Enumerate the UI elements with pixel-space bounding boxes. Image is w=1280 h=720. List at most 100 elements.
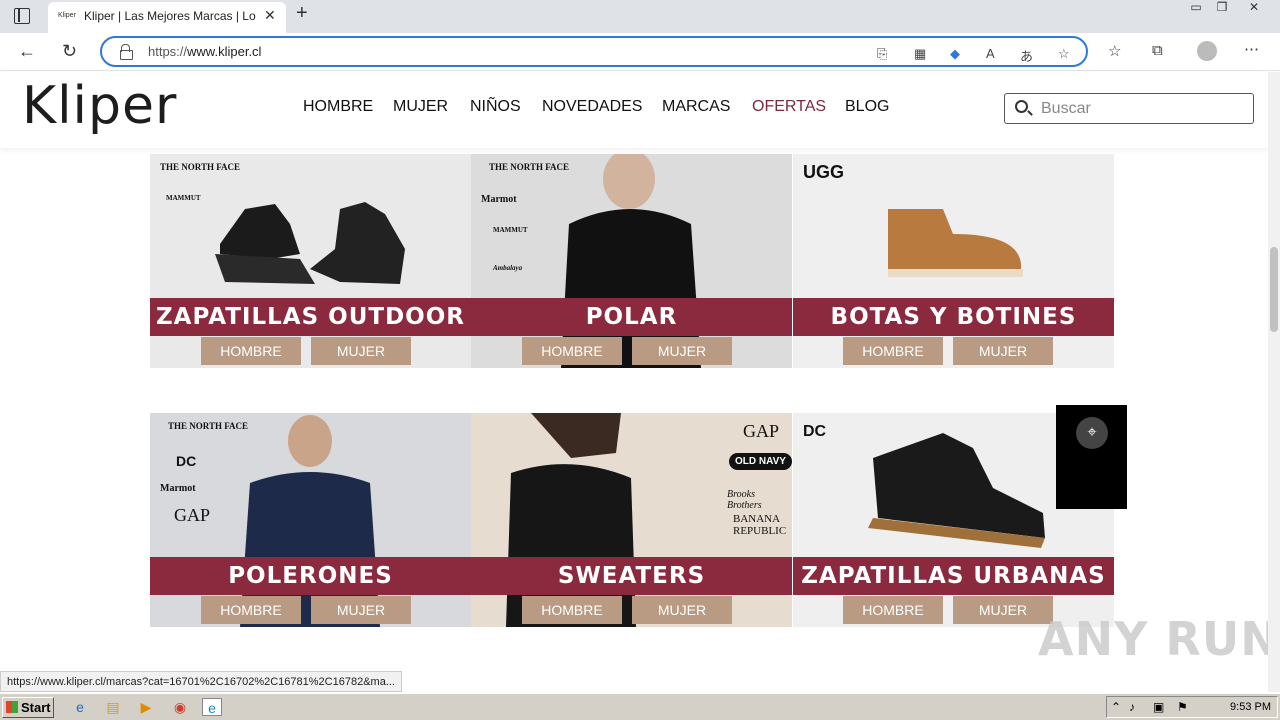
brand-tnf: THE NORTH FACE (489, 162, 570, 172)
hombre-button[interactable]: HOMBRE (843, 596, 943, 624)
site-header: Kliper HOMBRE MUJER NIÑOS NOVEDADES MARC… (0, 72, 1268, 148)
refresh-icon[interactable]: ↻ (62, 41, 77, 62)
category-card-polar[interactable]: THE NORTH FACE Marmot MAMMUT Ambalaya PO… (471, 154, 792, 368)
category-band: POLAR (471, 298, 792, 336)
collections-icon[interactable]: ⧉ (1152, 42, 1163, 59)
visual-search-icon[interactable]: ⌖ (1076, 417, 1108, 449)
folder-icon[interactable]: ▤ (103, 698, 123, 716)
add-favorite-icon[interactable]: ☆ (1058, 46, 1070, 62)
category-band: ZAPATILLAS URBANAS (793, 557, 1114, 595)
category-title: ZAPATILLAS OUTDOOR (156, 304, 465, 330)
brand-brooks-brothers: Brooks Brothers (727, 489, 762, 511)
nav-blog[interactable]: BLOG (845, 98, 889, 116)
category-band: ZAPATILLAS OUTDOOR (150, 298, 471, 336)
category-band: SWEATERS (471, 557, 792, 595)
search-placeholder: Buscar (1041, 100, 1091, 117)
profile-avatar[interactable] (1197, 41, 1217, 61)
category-card-botas-y-botines[interactable]: UGG BOTAS Y BOTINES HOMBRE MUJER (793, 154, 1114, 368)
edge-icon[interactable]: e (202, 698, 222, 716)
flag-icon[interactable]: ⚑ (1177, 700, 1188, 714)
category-band: POLERONES (150, 557, 471, 595)
category-title: SWEATERS (557, 563, 706, 589)
category-title: ZAPATILLAS URBANAS (801, 563, 1106, 589)
chrome-icon[interactable]: ◉ (170, 698, 190, 716)
minimize-icon[interactable]: ▭ (1184, 0, 1208, 20)
brand-marmot: Marmot (160, 483, 196, 494)
hombre-button[interactable]: HOMBRE (201, 337, 301, 365)
hombre-button[interactable]: HOMBRE (843, 337, 943, 365)
vertical-scrollbar[interactable] (1268, 72, 1280, 692)
browser-tab[interactable]: Kliper Kliper | Las Mejores Marcas | Lo … (48, 2, 286, 33)
tray-arrow-icon[interactable]: ⌃ (1111, 700, 1121, 714)
network-icon[interactable]: ▣ (1153, 700, 1164, 714)
hombre-button[interactable]: HOMBRE (522, 596, 622, 624)
close-window-icon[interactable]: ✕ (1238, 0, 1270, 20)
brand-tnf: THE NORTH FACE (168, 421, 249, 431)
scrollbar-thumb[interactable] (1270, 247, 1278, 332)
favorites-icon[interactable]: ☆ (1108, 42, 1121, 60)
mujer-button[interactable]: MUJER (632, 337, 732, 365)
coupon-icon[interactable]: ◆ (950, 46, 960, 62)
back-icon[interactable]: ← (18, 41, 36, 62)
app-available-icon[interactable]: ⎘ (877, 46, 887, 62)
brand-tnf: THE NORTH FACE (160, 162, 241, 172)
mujer-button[interactable]: MUJER (632, 596, 732, 624)
brand-gap: GAP (174, 505, 211, 525)
category-title: POLAR (585, 304, 678, 330)
browser-toolbar: ← ↻ https://www.kliper.cl ⎘ ▦ ◆ A あ ☆ ☆ … (0, 33, 1280, 71)
nav-ninos[interactable]: NIÑOS (470, 98, 521, 116)
taskbar: Start e ▤ ▶ ◉ e ⌃ ♪ ▣ ⚑ 9:53 PM (0, 693, 1280, 720)
nav-marcas[interactable]: MARCAS (662, 98, 730, 116)
search-box[interactable]: Buscar (1004, 93, 1254, 124)
volume-icon[interactable]: ♪ (1129, 700, 1135, 714)
category-card-zapatillas-outdoor[interactable]: THE NORTH FACE MAMMUT ZAPATILLAS OUTDOOR… (150, 154, 471, 368)
grid-icon[interactable]: ▦ (914, 46, 926, 62)
system-tray: ⌃ ♪ ▣ ⚑ 9:53 PM (1106, 696, 1278, 718)
brand-gap: GAP (743, 421, 780, 441)
nav-mujer[interactable]: MUJER (393, 98, 448, 116)
new-tab-icon[interactable]: + (296, 2, 308, 25)
browser-tab-bar: Kliper Kliper | Las Mejores Marcas | Lo … (0, 0, 1280, 33)
nav-novedades[interactable]: NOVEDADES (542, 98, 642, 116)
hombre-button[interactable]: HOMBRE (201, 596, 301, 624)
url-domain: www.kliper.cl (187, 44, 262, 59)
tab-actions-icon[interactable] (14, 8, 30, 24)
brand-ugg: UGG (803, 162, 845, 182)
start-button[interactable]: Start (2, 697, 54, 718)
category-band: BOTAS Y BOTINES (793, 298, 1114, 336)
category-card-polerones[interactable]: THE NORTH FACE DC Marmot GAP POLERONES H… (150, 413, 471, 627)
hombre-button[interactable]: HOMBRE (522, 337, 622, 365)
category-card-sweaters[interactable]: GAP OLD NAVY Brooks Brothers BANANA REPU… (471, 413, 792, 627)
watermark-logo: ANY RUN (1038, 612, 1280, 666)
brand-banana-republic: BANANA REPUBLIC (733, 513, 787, 537)
mujer-button[interactable]: MUJER (953, 337, 1053, 365)
clock: 9:53 PM (1230, 701, 1271, 713)
visual-search-overlay[interactable]: ⌖ (1056, 405, 1127, 509)
address-bar[interactable]: https://www.kliper.cl ⎘ ▦ ◆ A あ ☆ (100, 36, 1088, 67)
url-scheme: https:// (148, 44, 188, 59)
category-title: POLERONES (228, 563, 393, 589)
more-menu-icon[interactable]: ⋯ (1244, 40, 1259, 58)
read-aloud-icon[interactable]: A (986, 46, 995, 61)
favicon-icon: Kliper (58, 12, 76, 19)
lock-icon (120, 44, 133, 60)
brand-dc: DC (176, 453, 197, 469)
site-logo[interactable]: Kliper (22, 76, 177, 136)
tab-title: Kliper | Las Mejores Marcas | Lo ú (84, 9, 256, 23)
brand-dc: DC (803, 423, 827, 440)
nav-ofertas[interactable]: OFERTAS (752, 98, 826, 116)
close-tab-icon[interactable]: ✕ (264, 7, 276, 24)
translate-icon[interactable]: あ (1020, 46, 1033, 65)
ie-icon[interactable]: e (70, 698, 90, 716)
media-icon[interactable]: ▶ (136, 698, 156, 716)
url-text: https://www.kliper.cl (148, 44, 261, 59)
mujer-button[interactable]: MUJER (311, 596, 411, 624)
category-title: BOTAS Y BOTINES (830, 304, 1077, 330)
restore-icon[interactable]: ❐ (1210, 0, 1234, 20)
brand-marmot: Marmot (481, 194, 517, 205)
search-icon (1015, 100, 1028, 113)
nav-hombre[interactable]: HOMBRE (303, 98, 373, 116)
mujer-button[interactable]: MUJER (311, 337, 411, 365)
brand-ambalaya: Ambalaya (493, 264, 523, 272)
brand-mammut: MAMMUT (493, 226, 528, 234)
